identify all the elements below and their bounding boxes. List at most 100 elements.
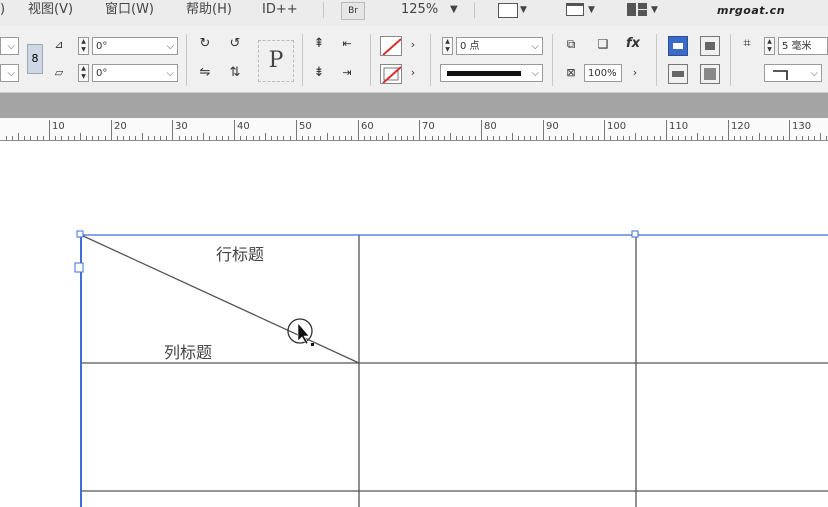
drop-shadow-icon[interactable]: ⧉ [562,35,580,53]
ruler-minor-tick [475,136,476,140]
frame-fitting-icon[interactable]: ⌗ [738,35,756,53]
measure-field[interactable]: 5 毫米 [778,37,828,55]
rotate-ccw-icon[interactable]: ↺ [226,35,244,53]
ruler-minor-tick [308,136,309,140]
ruler-minor-tick [68,136,69,140]
stroke-swatch-none-icon[interactable] [380,64,402,84]
menu-item-idplus[interactable]: ID++ [262,0,298,20]
menu-item-cut[interactable]: ) [0,0,5,20]
fill-dropdown-icon[interactable]: › [404,36,422,54]
shear-spinner[interactable]: ▲ ▼ [78,64,89,82]
jump-column-icon[interactable] [700,64,720,84]
ruler-minor-tick [290,136,291,140]
ruler-major-tick [296,120,297,140]
ruler-minor-tick [783,136,784,140]
ruler-minor-tick [277,136,278,140]
ruler-minor-tick [487,136,488,140]
ruler-minor-tick [580,136,581,140]
arrange-dropdown-icon[interactable]: ▼ [651,0,658,20]
stroke-weight-spinner[interactable]: ▲ ▼ [442,37,453,55]
ruler-minor-tick [6,136,7,140]
shear-angle-icon: ▱ [54,66,64,79]
rotate-cw-icon[interactable]: ↻ [196,35,214,53]
arrange-documents-icon[interactable] [627,3,647,16]
row-header-label[interactable]: 行标题 [216,241,264,265]
ruler-minor-tick [283,136,284,140]
ruler-minor-tick [154,136,155,140]
column-header-label[interactable]: 列标题 [164,339,212,363]
ruler-minor-tick [61,136,62,140]
ruler-minor-tick [765,136,766,140]
ruler-minor-tick [246,136,247,140]
screen-mode-dropdown-icon[interactable]: ▼ [588,0,595,20]
corner-shape-field[interactable]: ⌵ [764,64,822,82]
ruler-minor-tick [339,136,340,140]
effects-fx-icon[interactable]: fx [624,35,642,53]
reference-point-p-icon[interactable]: P [258,40,294,82]
ruler-minor-tick [209,136,210,140]
view-options-icon[interactable] [498,3,518,18]
ruler-minor-tick [345,136,346,140]
ruler-major-tick [481,120,482,140]
ruler-minor-tick [493,136,494,140]
zoom-dropdown-icon[interactable]: ▼ [450,0,458,20]
opacity-dropdown-icon[interactable]: › [626,64,644,82]
shear-angle-field[interactable]: 0° ⌵ [92,64,178,82]
ruler-minor-tick [74,136,75,140]
ruler-minor-tick [592,136,593,140]
partial-field-bottom[interactable]: ⌵ [0,64,19,82]
menu-item-help[interactable]: 帮助(H) [186,0,232,20]
rotate-spinner[interactable]: ▲ ▼ [78,37,89,55]
select-content-icon[interactable]: ⇟ [310,64,328,82]
ruler-label: 20 [114,121,127,132]
jump-object-icon[interactable] [668,64,688,84]
bridge-button[interactable]: Br [341,2,365,20]
fill-swatch-none-icon[interactable] [380,36,402,56]
ruler-minor-tick [24,136,25,140]
ruler-minor-tick [715,136,716,140]
flip-vertical-icon[interactable]: ⇅ [226,64,244,82]
ruler-major-tick [358,120,359,140]
ruler-minor-tick [92,136,93,140]
ruler-minor-tick [413,136,414,140]
select-next-icon[interactable]: ⇥ [338,64,356,82]
ruler-minor-tick [364,136,365,140]
ruler-minor-tick [117,136,118,140]
wrap-shape-icon[interactable] [700,36,720,56]
wrap-bounding-box-icon[interactable] [668,36,688,56]
stroke-dropdown-icon[interactable]: › [404,64,422,82]
ruler-minor-tick [30,136,31,140]
ruler-minor-tick [407,136,408,140]
flip-horizontal-icon[interactable]: ⇋ [196,64,214,82]
rotate-angle-field[interactable]: 0° ⌵ [92,37,178,55]
ruler-minor-tick [438,136,439,140]
stroke-type-field[interactable]: ⌵ [440,64,543,82]
select-previous-icon[interactable]: ⇤ [338,35,356,53]
menu-item-window[interactable]: 窗口(W) [105,0,154,20]
ruler-minor-tick [512,133,513,140]
zoom-level[interactable]: 125% [401,0,438,20]
measure-spinner[interactable]: ▲ ▼ [764,37,775,55]
ruler-minor-tick [197,136,198,140]
view-options-dropdown-icon[interactable]: ▼ [520,0,527,20]
ruler-minor-tick [808,136,809,140]
stroke-weight-value: 0 点 [460,41,480,52]
partial-field-top[interactable]: ⌵ [0,37,19,55]
ruler-minor-tick [450,133,451,140]
screen-mode-icon[interactable] [566,3,584,16]
ruler-minor-tick [12,136,13,140]
ruler-minor-tick [567,136,568,140]
ruler-minor-tick [395,136,396,140]
ruler-major-tick [234,120,235,140]
ruler-minor-tick [98,136,99,140]
opacity-field[interactable]: 100% [584,64,622,82]
select-container-icon[interactable]: ⇞ [310,35,328,53]
constrain-proportions-icon[interactable]: 8 [27,44,43,74]
menu-item-view[interactable]: 视图(V) [28,0,73,20]
ruler-minor-tick [129,136,130,140]
shadow-icon[interactable]: ❑ [594,35,612,53]
horizontal-ruler[interactable]: 10 20 30 40 50 60 70 80 90 100 110 120 130 [0,118,828,141]
document-canvas[interactable]: 行标题 列标题 [0,141,828,507]
toolbar-separator-6 [656,34,657,86]
stroke-weight-field[interactable]: 0 点 ⌵ [456,37,543,55]
